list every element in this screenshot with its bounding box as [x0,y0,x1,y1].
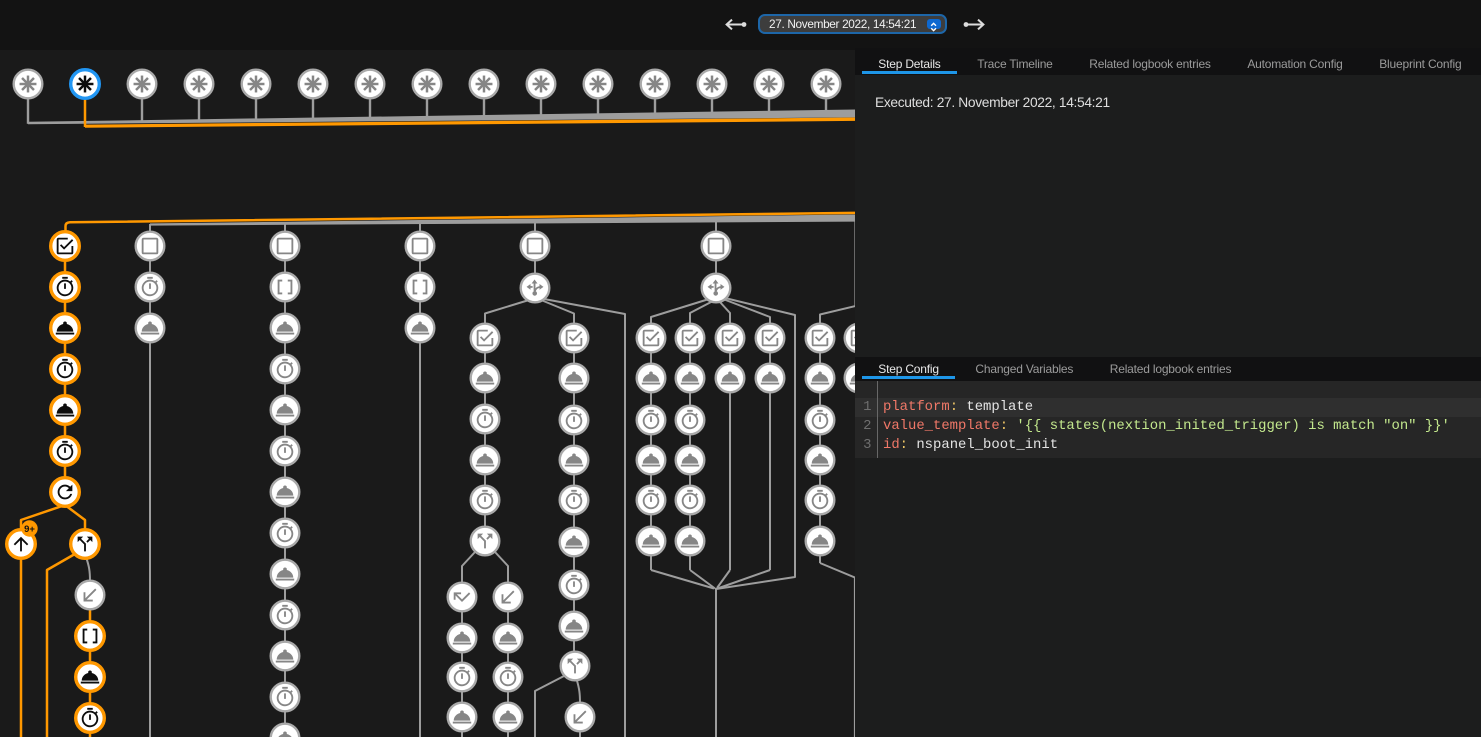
svg-text:9+: 9+ [24,524,35,535]
